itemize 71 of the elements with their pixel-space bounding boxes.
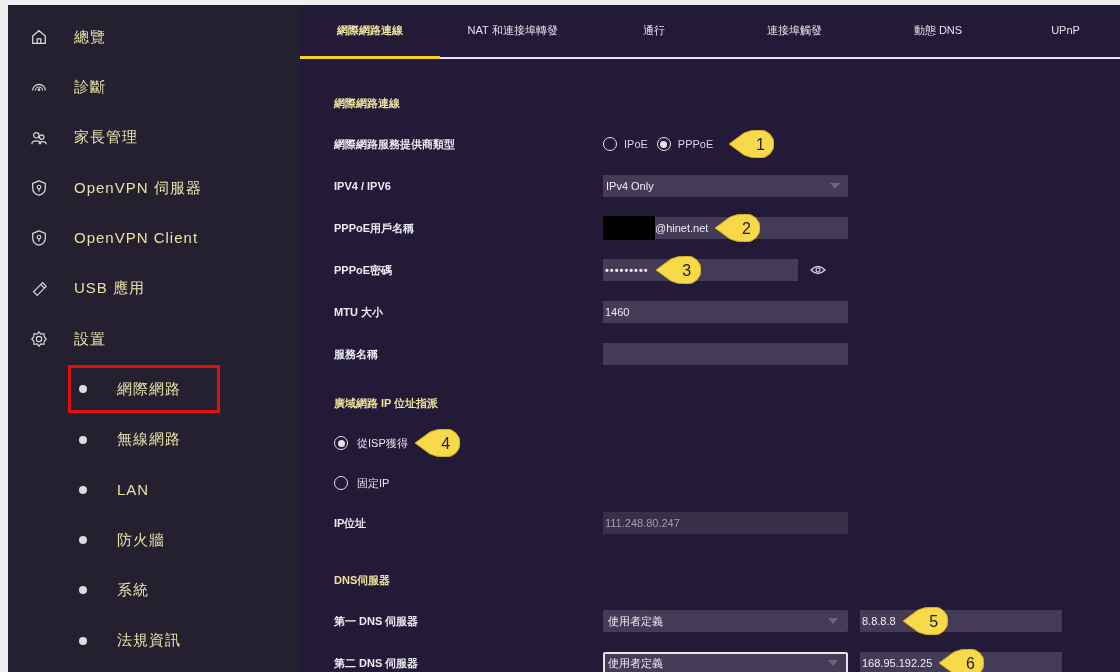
callout-bubble bbox=[728, 130, 775, 158]
input-field[interactable] bbox=[603, 343, 848, 365]
section-heading: 廣域網路 IP 位址指派 bbox=[334, 395, 439, 411]
bullet-icon bbox=[79, 586, 87, 595]
radio-label: 固定IP bbox=[357, 475, 390, 491]
callout-number: 4 bbox=[440, 434, 452, 454]
field-label: MTU 大小 bbox=[334, 304, 384, 320]
sidebar-item[interactable]: 診斷 bbox=[74, 76, 106, 99]
callout-bubble bbox=[413, 429, 460, 457]
shield-icon bbox=[30, 229, 48, 248]
tab[interactable]: 動態 DNS bbox=[865, 5, 1011, 59]
section-heading: 網際網路連線 bbox=[334, 95, 400, 111]
usb-stick-icon bbox=[30, 279, 48, 298]
submenu-item[interactable]: 網際網路 bbox=[117, 377, 181, 401]
dropdown[interactable]: 使用者定義 bbox=[603, 652, 848, 672]
sidebar-item[interactable]: 總覽 bbox=[74, 25, 106, 49]
field-label: PPPoE用戶名稱 bbox=[334, 220, 416, 236]
radio-label: IPoE bbox=[624, 136, 648, 152]
input-field[interactable]: 1460 bbox=[603, 301, 848, 323]
caret-icon bbox=[828, 618, 838, 624]
bullet-icon bbox=[79, 485, 87, 494]
field-label: IP位址 bbox=[334, 515, 368, 531]
input-field[interactable]: ••••••••• 3 bbox=[603, 259, 798, 281]
sidebar-item[interactable]: USB 應用 bbox=[74, 277, 145, 300]
field-label: PPPoE密碼 bbox=[334, 262, 394, 278]
section-heading: DNS伺服器 bbox=[334, 572, 391, 588]
submenu-item[interactable]: 防火牆 bbox=[117, 528, 165, 552]
callout-number: 6 bbox=[964, 654, 976, 672]
tab[interactable]: 通行 bbox=[585, 5, 723, 59]
bullet-icon bbox=[79, 435, 87, 444]
home-icon bbox=[30, 28, 48, 47]
sidebar-item[interactable]: OpenVPN Client bbox=[74, 227, 199, 250]
radio-label: PPPoE bbox=[677, 136, 714, 152]
callout-bubble bbox=[938, 649, 985, 672]
submenu-item[interactable]: LAN bbox=[117, 478, 150, 502]
submenu-item[interactable]: 法規資訊 bbox=[117, 629, 181, 652]
submenu-item[interactable]: 系統 bbox=[117, 579, 149, 602]
callout-number: 5 bbox=[928, 612, 940, 632]
sidebar-item[interactable]: 家長管理 bbox=[74, 126, 138, 149]
callout-bubble bbox=[654, 256, 701, 284]
tab[interactable]: NAT 和連接埠轉發 bbox=[440, 5, 585, 59]
shield-icon bbox=[30, 179, 48, 198]
callout-bubble bbox=[714, 214, 761, 242]
field-label: 第一 DNS 伺服器 bbox=[334, 613, 420, 629]
caret-icon bbox=[828, 660, 838, 666]
caret-icon bbox=[830, 183, 840, 189]
callout-number: 1 bbox=[754, 135, 766, 155]
tab[interactable]: 網際網路連線 bbox=[300, 5, 440, 59]
submenu-item[interactable]: 無線網路 bbox=[117, 428, 181, 451]
bullet-icon bbox=[79, 636, 87, 645]
bullet-icon bbox=[79, 385, 87, 394]
callout-bubble bbox=[901, 607, 948, 635]
tab[interactable]: 連接埠觸發 bbox=[723, 5, 865, 59]
sidebar-item[interactable]: 設置 bbox=[74, 327, 106, 351]
eye-icon[interactable] bbox=[810, 265, 826, 275]
gear-icon bbox=[30, 329, 48, 348]
bullet-icon bbox=[79, 536, 87, 545]
input-field[interactable]: 8.8.8.8 5 bbox=[860, 610, 1062, 632]
tab[interactable]: UPnP bbox=[1011, 5, 1120, 59]
input-field[interactable]: 168.95.192.25 6 bbox=[860, 652, 1062, 672]
dropdown[interactable]: IPv4 Only bbox=[603, 175, 848, 197]
sidebar-item[interactable]: OpenVPN 伺服器 bbox=[74, 176, 202, 200]
field-label: IPV4 / IPV6 bbox=[334, 178, 392, 194]
field-label: 網際網路服務提供商類型 bbox=[334, 136, 456, 152]
dropdown[interactable]: 使用者定義 bbox=[603, 610, 848, 632]
callout-number: 2 bbox=[740, 219, 752, 239]
input-field[interactable]: @hinet.net 2 bbox=[603, 217, 848, 239]
field-label: 服務名稱 bbox=[334, 346, 379, 362]
callout-number: 3 bbox=[681, 261, 693, 281]
radio-label: 從ISP獲得 bbox=[357, 435, 408, 451]
field-label: 第二 DNS 伺服器 bbox=[334, 655, 420, 671]
